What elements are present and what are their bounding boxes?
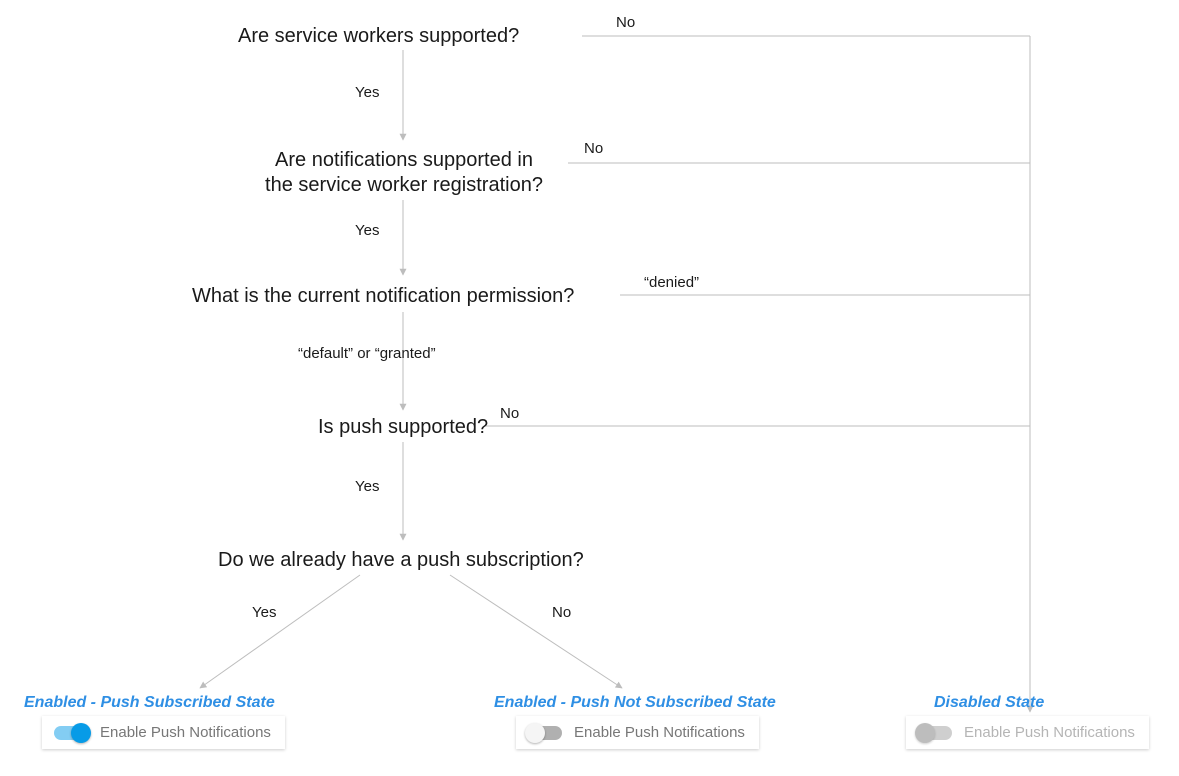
edge-q1-yes: Yes [355, 84, 379, 101]
state-enabled-subscribed: Enabled - Push Subscribed State [24, 694, 275, 712]
flow-lines [0, 0, 1179, 776]
question-permission: What is the current notification permiss… [192, 284, 574, 309]
edge-q3-denied: “denied” [644, 274, 699, 291]
edge-q4-no: No [500, 405, 519, 422]
toggle-on-icon [54, 726, 88, 740]
toggle-card-subscribed[interactable]: Enable Push Notifications [42, 716, 285, 749]
toggle-disabled-icon [918, 726, 952, 740]
edge-q3-default-granted: “default” or “granted” [298, 345, 436, 362]
edge-q2-no: No [584, 140, 603, 157]
toggle-label: Enable Push Notifications [100, 724, 271, 741]
state-disabled: Disabled State [934, 694, 1044, 712]
edge-q5-no: No [552, 604, 571, 621]
question-line2: the service worker registration? [265, 174, 543, 196]
toggle-label: Enable Push Notifications [964, 724, 1135, 741]
edge-q2-yes: Yes [355, 222, 379, 239]
question-push-supported: Is push supported? [318, 415, 488, 440]
toggle-card-not-subscribed[interactable]: Enable Push Notifications [516, 716, 759, 749]
toggle-off-icon [528, 726, 562, 740]
question-push-subscription: Do we already have a push subscription? [218, 548, 584, 573]
question-notifications-supported: Are notifications supported in the servi… [244, 148, 564, 198]
toggle-card-disabled: Enable Push Notifications [906, 716, 1149, 749]
toggle-label: Enable Push Notifications [574, 724, 745, 741]
question-line1: Are notifications supported in [275, 149, 533, 171]
edge-q5-yes: Yes [252, 604, 276, 621]
edge-q1-no: No [616, 14, 635, 31]
edge-q4-yes: Yes [355, 478, 379, 495]
question-service-workers: Are service workers supported? [238, 24, 519, 49]
state-enabled-not-subscribed: Enabled - Push Not Subscribed State [494, 694, 776, 712]
